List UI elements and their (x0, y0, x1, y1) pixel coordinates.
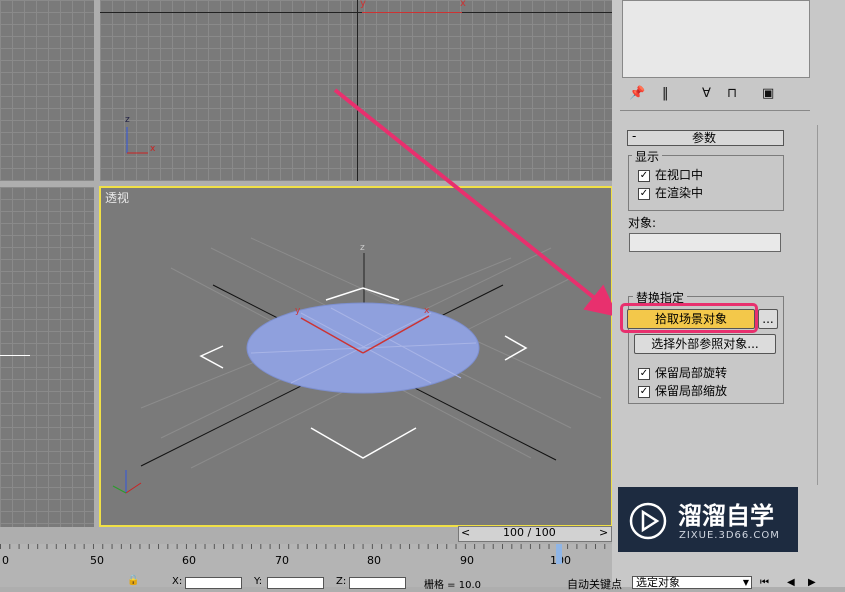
time-marker[interactable] (556, 544, 562, 564)
pick-options-button[interactable]: ... (758, 309, 778, 329)
z-coord-label: Z: (336, 576, 347, 587)
goto-start-icon[interactable]: ⏮ (760, 577, 769, 588)
pick-scene-object-button[interactable]: 拾取场景对象 (627, 309, 755, 329)
checkbox-keep-rotation-label: 保留局部旋转 (655, 366, 728, 380)
checkbox-in-viewport-label: 在视口中 (655, 168, 704, 182)
grid-size-text: 栅格 = 10.0 (424, 580, 482, 591)
lock-icon[interactable]: 🔒 (127, 575, 139, 586)
prev-frame-button[interactable]: < (461, 526, 470, 539)
checkbox-in-viewport-box[interactable]: ✓ (638, 169, 650, 182)
checkbox-keep-scale[interactable]: ✓ 保留局部缩放 (638, 382, 727, 399)
checkbox-keep-rotation[interactable]: ✓ 保留局部旋转 (638, 364, 727, 381)
y-coord-field[interactable] (267, 577, 324, 589)
remove-modifier-icon[interactable]: ⊓ (727, 86, 737, 101)
make-unique-icon[interactable]: ∀ (702, 86, 711, 101)
timeline-ruler[interactable] (0, 544, 612, 554)
checkbox-in-render-label: 在渲染中 (655, 186, 704, 200)
x-coord-field[interactable] (185, 577, 242, 589)
tick-0: 0 (2, 554, 9, 567)
configure-sets-icon[interactable]: ▣ (762, 86, 774, 101)
time-slider[interactable]: < 100 / 100 > (458, 526, 612, 542)
tick-80: 80 (367, 554, 381, 567)
display-group-label: 显示 (632, 148, 663, 165)
chevron-down-icon: ▼ (742, 578, 749, 587)
checkbox-keep-scale-label: 保留局部缩放 (655, 384, 728, 398)
parameters-rollout-header[interactable]: - 参数 (627, 129, 784, 146)
checkbox-in-render[interactable]: ✓ 在渲染中 (638, 184, 703, 201)
pin-stack-icon[interactable]: 📌 (629, 86, 645, 101)
prev-key-icon[interactable]: ◀ (787, 577, 795, 588)
tick-90: 90 (460, 554, 474, 567)
selection-set-value: 选定对象 (636, 576, 680, 589)
rollout-collapse-button[interactable]: - (632, 129, 636, 143)
x-coord-label: X: (172, 576, 183, 587)
auto-key-label[interactable]: 自动关键点 (567, 576, 622, 592)
checkbox-in-viewport[interactable]: ✓ 在视口中 (638, 166, 703, 183)
display-group: 显示 (628, 148, 784, 211)
rollout-title: 参数 (692, 131, 717, 145)
next-frame-button[interactable]: > (599, 526, 608, 539)
play-icon[interactable]: ▶ (808, 577, 816, 588)
panel-scrollbar[interactable] (817, 125, 826, 485)
watermark: 溜溜自学 ZIXUE.3D66.COM (618, 487, 798, 552)
play-logo-icon (629, 502, 667, 540)
object-label: 对象: (628, 216, 657, 230)
tick-50: 50 (90, 554, 104, 567)
selection-set-dropdown[interactable]: 选定对象 ▼ (632, 576, 752, 589)
object-field[interactable] (629, 233, 781, 252)
watermark-logo-text: 溜溜自学 (678, 502, 774, 530)
toolbar-separator (620, 110, 810, 111)
frame-position: 100 / 100 (503, 526, 556, 539)
checkbox-keep-scale-box[interactable]: ✓ (638, 385, 650, 398)
watermark-url: ZIXUE.3D66.COM (679, 530, 780, 541)
checkbox-keep-rotation-box[interactable]: ✓ (638, 367, 650, 380)
modifier-stack-list[interactable] (622, 0, 810, 78)
tick-60: 60 (182, 554, 196, 567)
checkbox-in-render-box[interactable]: ✓ (638, 187, 650, 200)
tick-70: 70 (275, 554, 289, 567)
z-coord-field[interactable] (349, 577, 406, 589)
y-coord-label: Y: (254, 576, 263, 587)
show-end-result-icon[interactable]: ‖ (662, 86, 669, 101)
select-xref-object-button[interactable]: 选择外部参照对象... (634, 334, 776, 354)
